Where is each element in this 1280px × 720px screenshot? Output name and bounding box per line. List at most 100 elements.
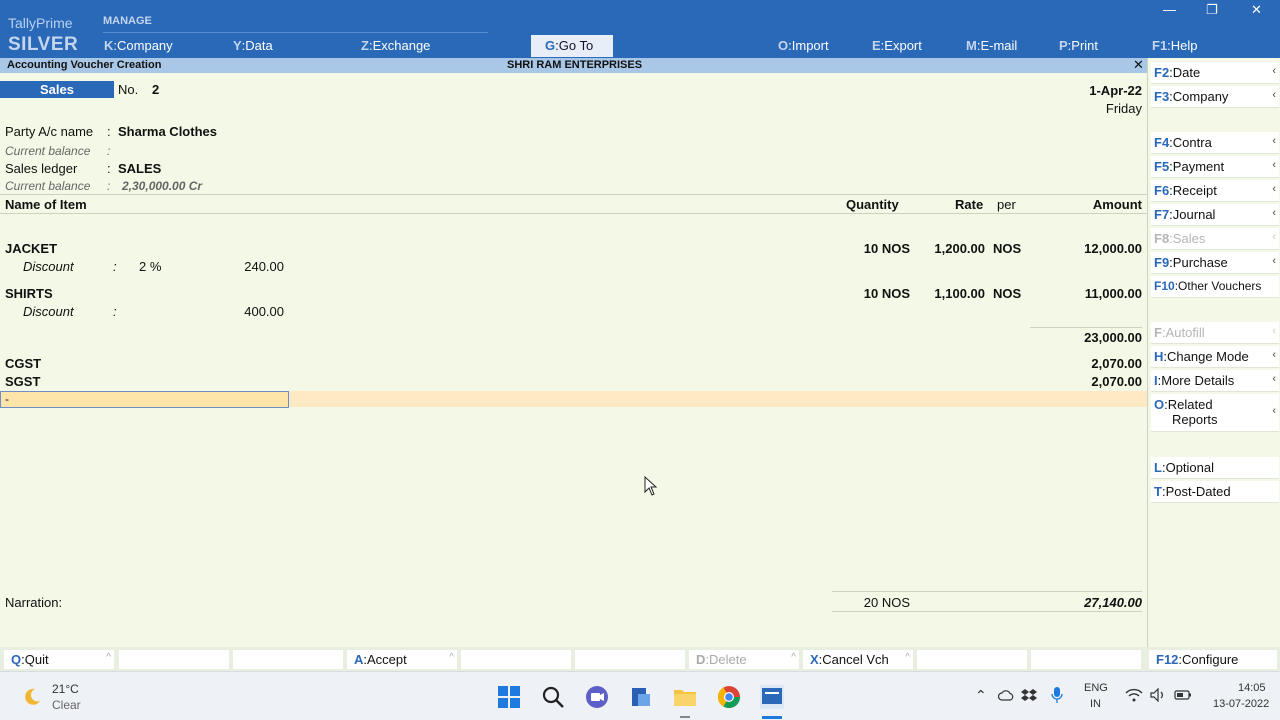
f6-receipt-button[interactable]: F6:Receipt ‹ (1151, 180, 1279, 202)
menu-export[interactable]: E:Export (872, 38, 922, 53)
chrome-icon[interactable] (716, 684, 742, 710)
f10-other-vouchers-button[interactable]: F10:Other Vouchers (1151, 276, 1279, 298)
menu-import[interactable]: O:Import (778, 38, 829, 53)
wifi-icon[interactable] (1125, 688, 1143, 702)
sales-ledger[interactable]: SALES (118, 161, 161, 176)
folder-running-indicator (680, 716, 690, 718)
item-name[interactable]: SHIRTS (5, 286, 53, 301)
item-per[interactable]: NOS (993, 286, 1021, 301)
menu-goto[interactable]: G:Go To (531, 35, 613, 57)
microphone-icon[interactable] (1050, 686, 1064, 704)
chevron-left-icon: ‹ (1272, 207, 1276, 219)
top-menu-bar: TallyPrime SILVER MANAGE K:Company Y:Dat… (0, 0, 1280, 58)
f4-contra-button[interactable]: F4:Contra ‹ (1151, 132, 1279, 154)
autofill-button[interactable]: F:Autofill ‹ (1151, 322, 1279, 344)
item-rate[interactable]: 1,200.00 (934, 241, 985, 256)
ledger-balance-label: Current balance (5, 179, 91, 193)
tax-ledger-sgst[interactable]: SGST (5, 374, 40, 389)
weather-moon-icon[interactable] (22, 687, 42, 707)
f2-date-button[interactable]: F2:Date ‹ (1151, 62, 1279, 84)
onedrive-cloud-icon[interactable] (998, 689, 1014, 701)
f3-company-button[interactable]: F3:Company ‹ (1151, 86, 1279, 108)
item-name[interactable]: JACKET (5, 241, 57, 256)
battery-icon[interactable] (1174, 690, 1192, 700)
search-icon[interactable] (540, 684, 566, 710)
restore-icon[interactable]: ❐ (1206, 2, 1218, 18)
optional-button[interactable]: L:Optional (1151, 457, 1279, 479)
ledger-input[interactable]: - (0, 391, 289, 408)
voucher-no[interactable]: 2 (152, 82, 159, 97)
cancel-voucher-button[interactable]: X:Cancel Vch ^ (803, 650, 913, 669)
item-amount[interactable]: 12,000.00 (1084, 241, 1142, 256)
header-divider (0, 194, 1147, 195)
more-details-button[interactable]: I:More Details ‹ (1151, 370, 1279, 392)
clock-time[interactable]: 14:05 (1238, 682, 1266, 694)
close-screen-icon[interactable]: ✕ (1133, 57, 1144, 73)
folder-icon[interactable] (672, 684, 698, 710)
bottom-empty-slot (917, 650, 1027, 669)
voucher-date[interactable]: 1-Apr-22 (1089, 83, 1142, 98)
language-region[interactable]: IN (1090, 698, 1101, 710)
menu-data[interactable]: Y:Data (233, 38, 273, 53)
voucher-type[interactable]: Sales (0, 81, 114, 98)
menu-exchange[interactable]: Z:Exchange (361, 38, 430, 53)
f7-journal-button[interactable]: F7:Journal ‹ (1151, 204, 1279, 226)
discount-amount[interactable]: 240.00 (200, 259, 284, 274)
ledger-input-value: - (5, 392, 9, 406)
mouse-cursor-icon (644, 476, 658, 496)
discount-label: Discount (23, 259, 74, 274)
menu-print[interactable]: P:Print (1059, 38, 1098, 53)
weather-temp[interactable]: 21°C (52, 682, 79, 696)
item-rate[interactable]: 1,100.00 (934, 286, 985, 301)
language-code[interactable]: ENG (1084, 682, 1108, 694)
party-label: Party A/c name (5, 124, 94, 139)
post-dated-button[interactable]: T:Post-Dated (1151, 481, 1279, 503)
discount-amount[interactable]: 400.00 (200, 304, 284, 319)
total-quantity: 20 NOS (863, 595, 910, 610)
volume-icon[interactable] (1150, 688, 1166, 702)
voucher-day: Friday (1105, 101, 1142, 116)
clock-date[interactable]: 13-07-2022 (1213, 698, 1269, 710)
dropbox-icon[interactable] (1021, 687, 1037, 703)
windows-start-icon[interactable] (496, 684, 522, 710)
tax-ledger-cgst[interactable]: CGST (5, 356, 41, 371)
discount-colon: : (113, 259, 117, 274)
weather-desc[interactable]: Clear (52, 698, 81, 712)
item-qty[interactable]: 10 NOS (864, 241, 910, 256)
item-per[interactable]: NOS (993, 241, 1021, 256)
tally-app-icon[interactable] (759, 684, 785, 710)
menu-email[interactable]: M:E-mail (966, 38, 1017, 53)
accept-button[interactable]: A:Accept ^ (347, 650, 457, 669)
chevron-left-icon: ‹ (1272, 183, 1276, 195)
tax-amount-cgst[interactable]: 2,070.00 (1091, 356, 1142, 371)
tax-amount-sgst[interactable]: 2,070.00 (1091, 374, 1142, 389)
minimize-icon[interactable]: — (1163, 2, 1176, 17)
discount-percent[interactable]: 2 % (139, 259, 161, 274)
delete-button[interactable]: D:Delete ^ (689, 650, 799, 669)
related-reports-button[interactable]: O:Related Reports ‹ (1151, 394, 1279, 432)
chevron-left-icon: ‹ (1272, 373, 1276, 385)
item-amount[interactable]: 11,000.00 (1085, 286, 1142, 301)
item-qty[interactable]: 10 NOS (864, 286, 910, 301)
f8-sales-button[interactable]: F8:Sales ‹ (1151, 228, 1279, 250)
f5-payment-button[interactable]: F5:Payment ‹ (1151, 156, 1279, 178)
file-explorer-app-icon[interactable] (628, 684, 654, 710)
change-mode-button[interactable]: H:Change Mode ‹ (1151, 346, 1279, 368)
f9-purchase-button[interactable]: F9:Purchase ‹ (1151, 252, 1279, 274)
chevron-up-icon[interactable]: ⌃ (975, 687, 987, 704)
close-icon[interactable]: ✕ (1251, 2, 1262, 18)
column-divider (0, 213, 1147, 214)
bottom-button-bar: Q:Quit ^ A:Accept ^ D:Delete ^ X:Cancel Vch… (0, 647, 1280, 671)
narration-label[interactable]: Narration: (5, 595, 62, 610)
chevron-left-icon: ‹ (1272, 159, 1276, 171)
menu-help[interactable]: F1:Help (1152, 38, 1198, 53)
brand-edition: SILVER (8, 34, 79, 55)
bottom-empty-slot (233, 650, 343, 669)
quit-button[interactable]: Q:Quit ^ (4, 650, 114, 669)
configure-button[interactable]: F12:Configure (1149, 650, 1277, 669)
brand-name: TallyPrime (8, 15, 73, 31)
teams-chat-icon[interactable] (584, 684, 610, 710)
menu-company[interactable]: K:Company (104, 38, 173, 53)
party-name[interactable]: Sharma Clothes (118, 124, 217, 139)
subtotal-amount: 23,000.00 (1084, 330, 1142, 345)
